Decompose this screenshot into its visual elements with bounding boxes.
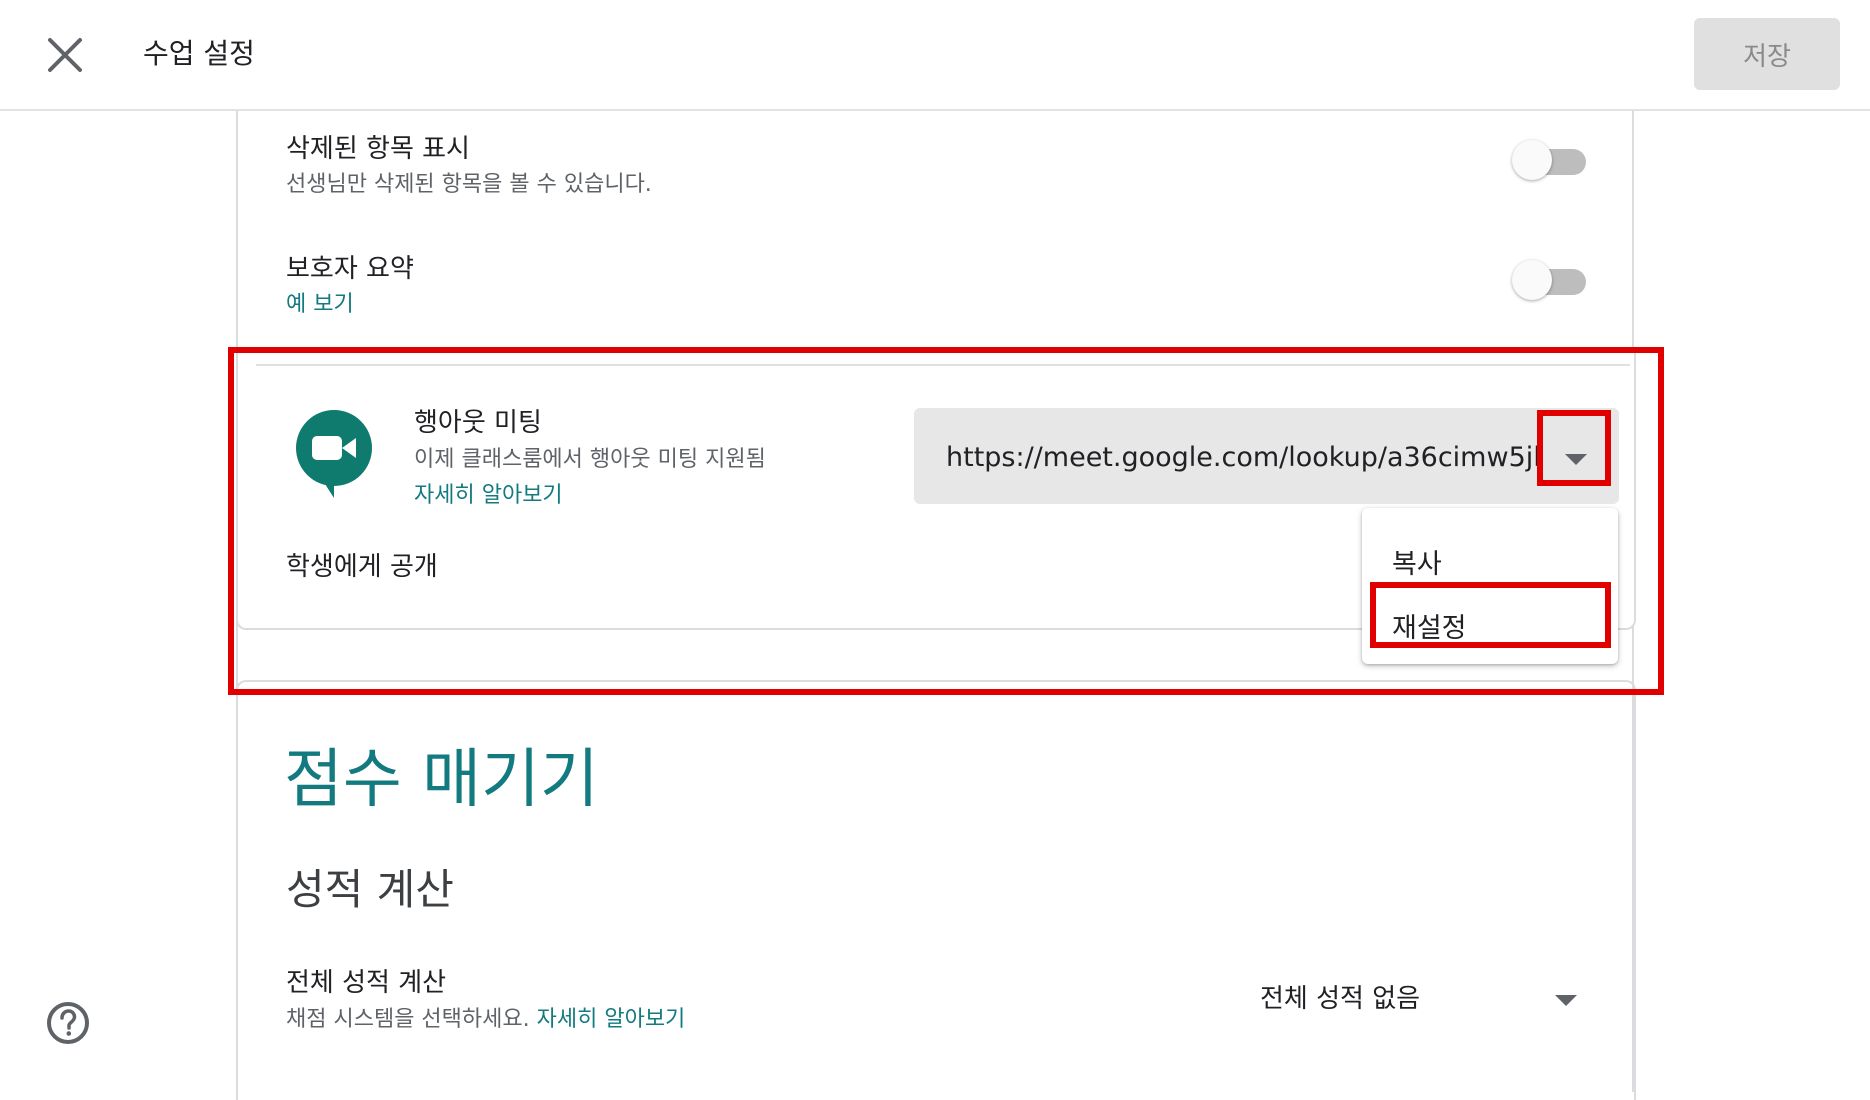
grading-section-title: 점수 매기기 [284, 743, 599, 817]
toggle-knob [1512, 140, 1552, 180]
guardian-summary-example-link[interactable]: 예 보기 [286, 286, 354, 318]
close-button[interactable] [40, 30, 90, 80]
overall-grade-description: 채점 시스템을 선택하세요. [286, 1007, 530, 1032]
save-button[interactable]: 저장 [1694, 18, 1840, 90]
deleted-items-toggle[interactable] [1512, 138, 1588, 182]
guardian-summary-label: 보호자 요약 [286, 254, 414, 284]
caret-down-icon [1555, 995, 1577, 1006]
deleted-items-description: 선생님만 삭제된 항목을 볼 수 있습니다. [286, 172, 652, 197]
help-button[interactable] [44, 999, 92, 1047]
guardian-summary-toggle[interactable] [1512, 258, 1588, 302]
overall-grade-learn-more-link[interactable]: 자세히 알아보기 [537, 1007, 686, 1032]
overall-grade-select[interactable]: 전체 성적 없음 [1250, 968, 1606, 1024]
help-icon [47, 1002, 89, 1044]
close-icon [48, 38, 82, 72]
annotation-highlight-dropdown [1537, 410, 1611, 486]
overall-grade-selected-value: 전체 성적 없음 [1260, 984, 1421, 1014]
annotation-highlight-reset [1370, 582, 1611, 648]
overall-grade-description-row: 채점 시스템을 선택하세요. 자세히 알아보기 [286, 1001, 685, 1033]
deleted-items-label: 삭제된 항목 표시 [286, 134, 470, 164]
grade-calculation-title: 성적 계산 [286, 865, 454, 914]
page-title: 수업 설정 [143, 37, 255, 70]
toggle-knob [1512, 260, 1552, 300]
overall-grade-label: 전체 성적 계산 [286, 968, 447, 998]
top-bar [0, 0, 1870, 111]
